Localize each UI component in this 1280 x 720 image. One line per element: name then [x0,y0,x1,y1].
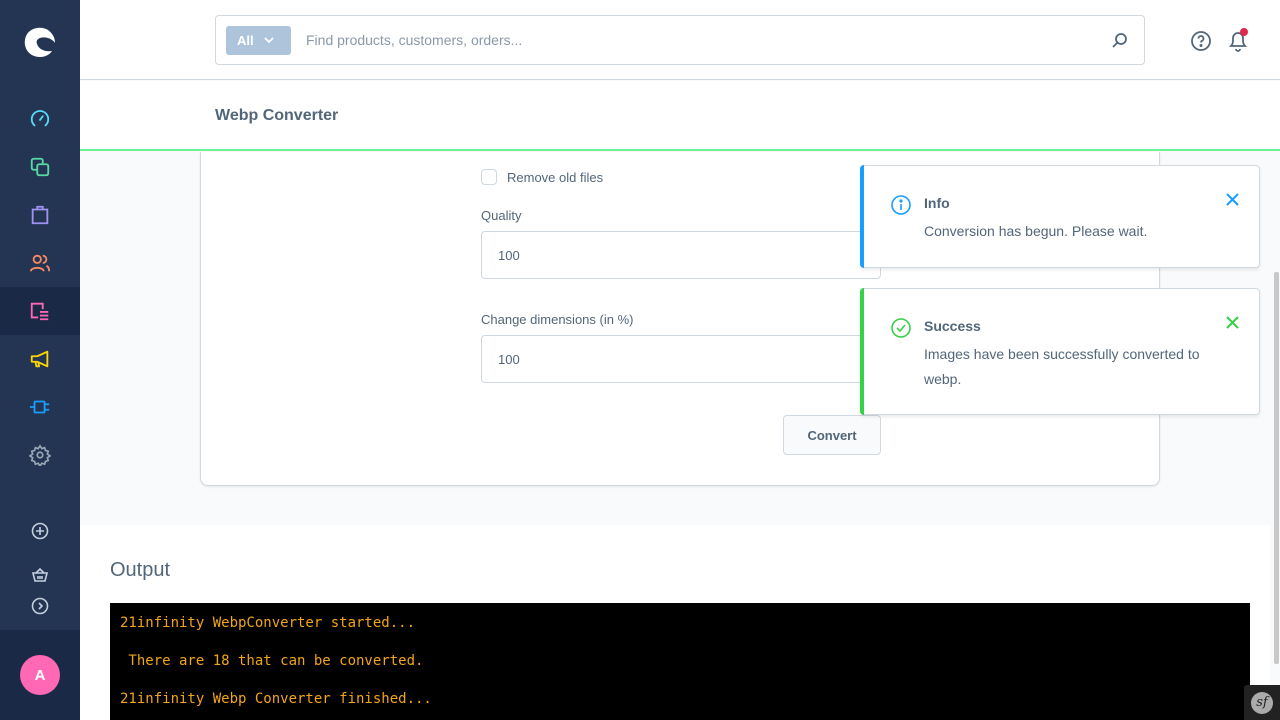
symfony-debug-toolbar-toggle[interactable]: sf [1244,685,1280,720]
page-scrollbar[interactable] [1274,272,1279,664]
content-list-icon [30,302,49,321]
output-section: Output 21infinity WebpConverter started.… [80,525,1270,720]
shopping-bag-icon [31,205,49,225]
console-line: 21infinity WebpConverter started... [120,615,416,631]
chevron-circle-right-icon [31,597,49,615]
add-circle-icon [31,522,49,540]
console-line: 21infinity Webp Converter finished... [120,691,432,707]
gauge-icon [30,110,50,127]
sidebar-item-content[interactable] [0,287,80,335]
plug-icon [29,400,50,414]
close-icon[interactable] [1226,316,1239,329]
sidebar-item-orders[interactable] [0,191,80,239]
sidebar-item-marketing[interactable] [0,335,80,383]
sidebar: A [0,0,80,720]
search-scope-label: All [237,33,254,48]
notification-message: Images have been successfully converted … [924,346,1200,387]
notification-title: Success [924,318,981,334]
basket-icon [31,567,49,582]
sidebar-item-customers[interactable] [0,239,80,287]
collapse-sidebar-button[interactable] [0,597,80,615]
notification-info: Info Conversion has begun. Please wait. [860,165,1260,268]
chevron-down-icon [263,37,274,44]
notification-success: Success Images have been successfully co… [860,288,1260,415]
console-line: There are 18 that can be converted. [120,653,424,669]
symfony-logo-icon: sf [1251,691,1273,714]
info-icon [891,195,911,215]
notification-badge [1240,28,1248,36]
search-input[interactable]: Find products, customers, orders... [306,32,522,48]
dimensions-label: Change dimensions (in %) [481,312,634,327]
output-title: Output [110,559,171,581]
remove-old-files-row: Remove old files [481,169,603,185]
convert-button[interactable]: Convert [783,415,881,455]
copy-squares-icon [30,157,50,177]
top-bar: All Find products, customers, orders... [80,0,1280,80]
notification-accent-bar [860,288,864,415]
notification-message: Conversion has begun. Please wait. [924,223,1148,239]
search-icon[interactable] [1111,32,1128,49]
users-icon [29,254,51,272]
close-icon[interactable] [1226,193,1239,206]
quality-label: Quality [481,208,522,223]
output-console: 21infinity WebpConverter started... Ther… [110,603,1250,720]
megaphone-icon [30,350,49,368]
quality-input[interactable]: 100 [481,231,881,279]
notification-accent-bar [860,165,864,268]
sales-channel-button[interactable] [0,566,80,584]
notification-title: Info [924,195,950,211]
sidebar-item-catalogues[interactable] [0,143,80,191]
sidebar-item-extensions[interactable] [0,383,80,431]
remove-old-files-checkbox[interactable] [481,169,497,185]
page-title: Webp Converter [215,107,339,124]
sidebar-item-settings[interactable] [0,431,80,479]
dimensions-input[interactable]: 100 [481,335,881,383]
remove-old-files-label[interactable]: Remove old files [507,170,603,185]
check-circle-icon [891,318,911,338]
shopware-logo-icon[interactable] [20,22,60,62]
help-icon[interactable] [1190,30,1212,52]
search-scope-dropdown[interactable]: All [226,26,291,55]
sidebar-item-dashboard[interactable] [0,95,80,143]
gear-icon [29,444,51,466]
global-search[interactable]: All Find products, customers, orders... [215,15,1145,65]
add-button[interactable] [0,522,80,540]
page-header: Webp Converter [80,81,1280,151]
avatar[interactable]: A [20,655,60,695]
